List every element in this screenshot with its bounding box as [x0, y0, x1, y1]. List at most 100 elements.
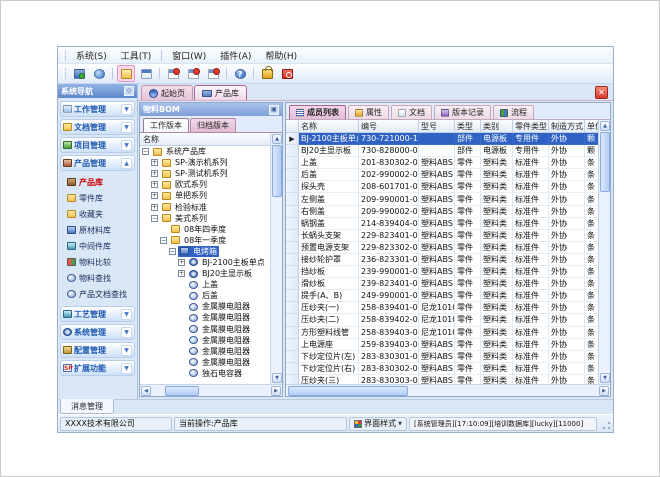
table-row[interactable]: 提手(A、B)249-990001-01X塑料ABS零件塑料类标准件外协条 [286, 290, 598, 302]
tree-node-上盖[interactable]: 上盖 [140, 279, 270, 290]
table-row[interactable]: 压纱夹(一)258-839401-00X尼龙1010零件塑料类标准件外协条 [286, 302, 598, 314]
tree-node-系统产品库[interactable]: −系统产品库 [140, 146, 270, 157]
sidebar-section-项目管理[interactable]: 项目管理▼ [60, 137, 135, 153]
table-row[interactable]: 方形塑料线管258-839403-00X尼龙1010零件塑料类标准件外协条 [286, 327, 598, 339]
tree-node-金属膜电阻器[interactable]: 金属膜电阻器 [140, 301, 270, 312]
sidebar-section-系统管理[interactable]: 系统管理▼ [60, 324, 135, 340]
sidebar-item-物料比较[interactable]: 物料比较 [67, 255, 135, 269]
tree-node-金属膜电阻器[interactable]: 金属膜电阻器 [140, 335, 270, 346]
resize-grip[interactable] [601, 418, 611, 430]
expand-plus-icon[interactable]: + [178, 270, 185, 277]
sidebar-item-零件库[interactable]: 零件库 [67, 191, 135, 205]
toolbar-button-desktop[interactable] [70, 65, 88, 82]
scroll-left-arrow-icon[interactable]: ◀ [141, 386, 151, 396]
tree-node-金属膜电阻器[interactable]: 金属膜电阻器 [140, 357, 270, 368]
tree-node-金属膜电阻器[interactable]: 金属膜电阻器 [140, 324, 270, 335]
table-row[interactable]: 蜗钢盖214-839404-01X塑料ABS零件塑料类标准件外协条 [286, 218, 598, 230]
scroll-up-arrow-icon[interactable]: ▲ [272, 134, 282, 144]
menu-item-4[interactable]: 帮助(H) [258, 48, 304, 63]
tree-node-SP-测试机系列[interactable]: +SP-测试机系列 [140, 168, 270, 179]
tree-node-BJ20主显示板[interactable]: +BJ20主显示板 [140, 268, 270, 279]
tree-node-后盖[interactable]: 后盖 [140, 290, 270, 301]
menu-item-1[interactable]: 工具(T) [114, 48, 159, 63]
expand-plus-icon[interactable]: + [151, 204, 158, 211]
column-header-型号[interactable]: 型号 [419, 120, 455, 133]
member-tab-文档[interactable]: 文档 [391, 105, 432, 119]
menu-item-2[interactable]: 窗口(W) [165, 48, 213, 63]
collapse-minus-icon[interactable]: − [142, 148, 149, 155]
sidebar-section-文档管理[interactable]: 文档管理▼ [60, 119, 135, 135]
tree-node-美式系列[interactable]: −美式系列 [140, 213, 270, 224]
bom-horizontal-scrollbar[interactable]: ◀ ▶ [140, 384, 282, 396]
column-header-类别[interactable]: 类别 [481, 120, 513, 133]
version-tab-归档版本[interactable]: 归档版本 [190, 118, 236, 132]
scroll-right-arrow-icon[interactable]: ▶ [271, 386, 281, 396]
toolbar-button-lock[interactable] [258, 65, 276, 82]
collapse-minus-icon[interactable]: − [151, 215, 158, 222]
member-tab-流程[interactable]: 流程 [493, 105, 534, 119]
toolbar-button-open-folder[interactable] [117, 65, 135, 82]
menubar-grip[interactable] [63, 50, 66, 61]
tree-node-SP-演示机系列[interactable]: +SP-演示机系列 [140, 157, 270, 168]
table-row[interactable]: 压纱夹(二)258-839402-00X尼龙1010零件塑料类标准件外协条 [286, 314, 598, 326]
sidebar-item-产品文档查找[interactable]: 产品文档查找 [67, 287, 135, 301]
table-row[interactable]: 接纱轮护罩236-823301-00X塑料ABS零件塑料类标准件外协条 [286, 254, 598, 266]
bom-hscroll-thumb[interactable] [165, 386, 199, 396]
tree-node-欧式系列[interactable]: +欧式系列 [140, 179, 270, 190]
menu-item-0[interactable]: 系统(S) [69, 48, 114, 63]
sidebar-item-中间件库[interactable]: 中间件库 [67, 239, 135, 253]
doc-tab-产品库[interactable]: 产品库 [194, 85, 247, 100]
tree-node-电烤箱[interactable]: −电烤箱 [140, 246, 270, 257]
scroll-down-arrow-icon[interactable]: ▼ [272, 373, 282, 383]
bom-vertical-scrollbar[interactable]: ▲ ▼ [270, 133, 282, 384]
sidebar-item-产品库[interactable]: 产品库 [67, 175, 135, 189]
chevron-up-icon[interactable]: ▲ [121, 158, 132, 169]
chevron-down-icon[interactable]: ▼ [121, 363, 132, 374]
table-row[interactable]: 压纱夹(三)283-830303-00X塑料ABS零件塑料类标准件外协条 [286, 375, 598, 384]
collapse-minus-icon[interactable]: − [169, 248, 176, 255]
tree-node-金属膜电阻器[interactable]: 金属膜电阻器 [140, 312, 270, 323]
member-tab-成员列表[interactable]: 成员列表 [289, 105, 346, 119]
chevron-down-icon[interactable]: ▼ [121, 140, 132, 151]
member-vscroll-thumb[interactable] [600, 132, 610, 192]
menu-item-3[interactable]: 插件(A) [213, 48, 258, 63]
chevron-down-icon[interactable]: ▼ [121, 309, 132, 320]
table-row[interactable]: 下纱定位片(左)283-830301-00X塑料ABS零件塑料类标准件外协条 [286, 351, 598, 363]
tree-node-08年四季度[interactable]: 08年四季度 [140, 224, 270, 235]
tree-node-金属膜电阻器[interactable]: 金属膜电阻器 [140, 346, 270, 357]
version-tab-工作版本[interactable]: 工作版本 [143, 118, 189, 132]
table-row[interactable]: 后盖202-990002-01X塑料ABS零件塑料类标准件外协条 [286, 169, 598, 181]
tree-node-独石电容器[interactable]: 独石电容器 [140, 368, 270, 379]
sidebar-item-收藏夹[interactable]: 收藏夹 [67, 207, 135, 221]
sidebar-item-原材料库[interactable]: 原材料库 [67, 223, 135, 237]
message-management-tab[interactable]: 消息管理 [60, 399, 114, 414]
table-row[interactable]: 滑纱板239-823401-00X塑料ABS零件塑料类标准件外协条 [286, 278, 598, 290]
tree-node-08年一季度[interactable]: −08年一季度 [140, 235, 270, 246]
collapse-minus-icon[interactable]: − [160, 237, 167, 244]
tree-node-单把系列[interactable]: +单把系列 [140, 190, 270, 201]
sidebar-section-产品管理[interactable]: 产品管理▲ [60, 155, 135, 171]
sidebar-item-物料查找[interactable]: 物料查找 [67, 271, 135, 285]
expand-plus-icon[interactable]: + [151, 159, 158, 166]
member-tab-版本记录[interactable]: 版本记录 [434, 105, 491, 119]
expand-plus-icon[interactable]: + [178, 259, 185, 266]
column-header-名称[interactable]: 名称 [299, 120, 359, 133]
sidebar-section-配置管理[interactable]: 配置管理▼ [60, 342, 135, 358]
toolbar-button-globe[interactable] [90, 65, 108, 82]
table-row[interactable]: 探头壳208-601701-01X塑料ABS零件塑料类标准件外协条 [286, 181, 598, 193]
chevron-down-icon[interactable]: ▼ [121, 327, 132, 338]
scroll-up-arrow-icon[interactable]: ▲ [600, 121, 610, 131]
column-header-零件类型[interactable]: 零件类型 [513, 120, 549, 133]
table-row[interactable]: 左侧盖209-990001-01X塑料ABS零件塑料类标准件外协条 [286, 193, 598, 205]
sidebar-section-工作管理[interactable]: 工作管理▼ [60, 101, 135, 117]
toolbar-grip[interactable] [63, 68, 66, 79]
expand-plus-icon[interactable]: + [151, 170, 158, 177]
tree-node-检验标准[interactable]: +检验标准 [140, 201, 270, 212]
column-header-编号[interactable]: 编号 [359, 120, 419, 133]
chevron-down-icon[interactable]: ▼ [121, 122, 132, 133]
table-row[interactable]: 上盖201-830302-00X塑料ABS零件塑料类标准件外协条 [286, 157, 598, 169]
toolbar-button-help[interactable] [231, 65, 249, 82]
column-header-制造方式[interactable]: 制造方式 [549, 120, 585, 133]
sidebar-section-工艺管理[interactable]: 工艺管理▼ [60, 306, 135, 322]
chevron-down-icon[interactable]: ▼ [121, 104, 132, 115]
